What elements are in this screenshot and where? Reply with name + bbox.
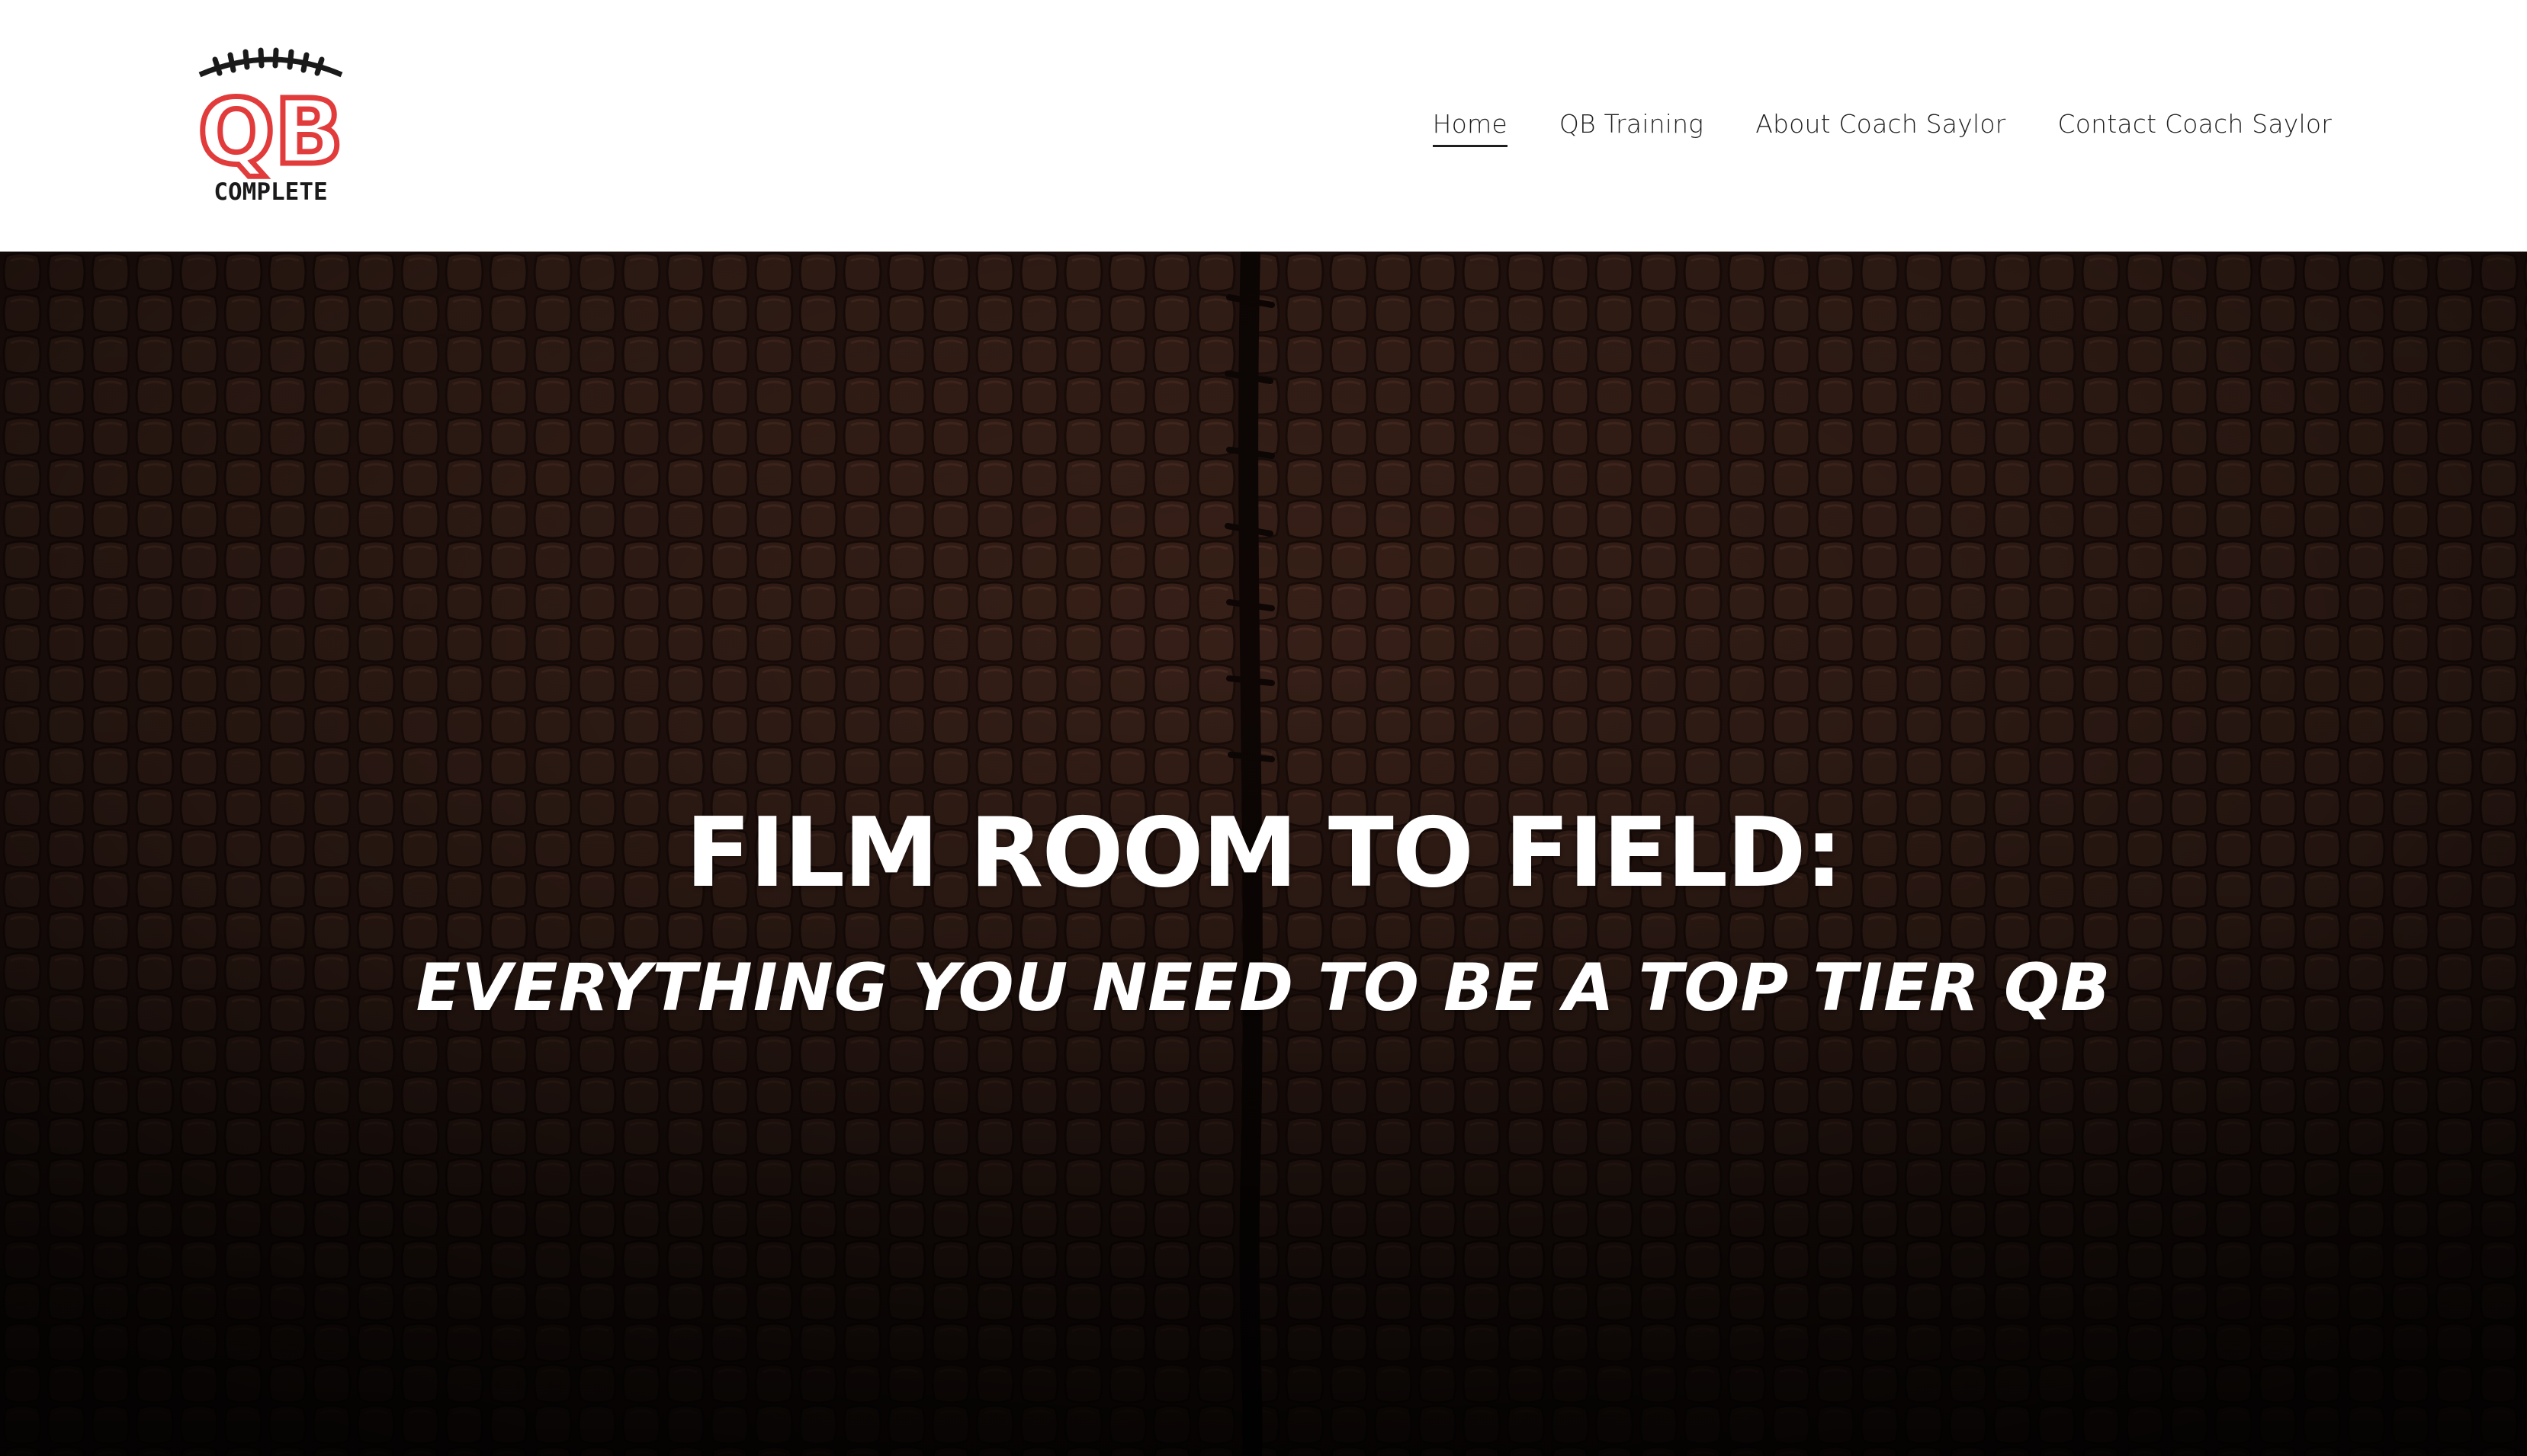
hero-subtitle: EVERYTHING YOU NEED TO BE A TOP TIER QB [416,950,2111,1027]
hero-title: FILM ROOM TO FIELD: [685,797,1843,909]
main-nav: Home QB Training About Coach Saylor Cont… [1432,105,2332,166]
nav-item-home[interactable]: Home [1432,105,1508,147]
site-header: QB COMPLETE Home QB Training About Coach… [0,0,2527,252]
logo-text-qb: QB [198,79,343,184]
nav-item-qb-training[interactable]: QB Training [1559,105,1703,143]
logo-text-complete: COMPLETE [214,178,327,204]
hero-banner: FILM ROOM TO FIELD: EVERYTHING YOU NEED … [0,252,2527,1456]
nav-item-contact-coach-saylor[interactable]: Contact Coach Saylor [2057,105,2332,143]
football-laces-icon: QB COMPLETE [197,47,345,204]
nav-item-about-coach-saylor[interactable]: About Coach Saylor [1755,105,2005,143]
qb-complete-logo[interactable]: QB COMPLETE [197,47,345,204]
